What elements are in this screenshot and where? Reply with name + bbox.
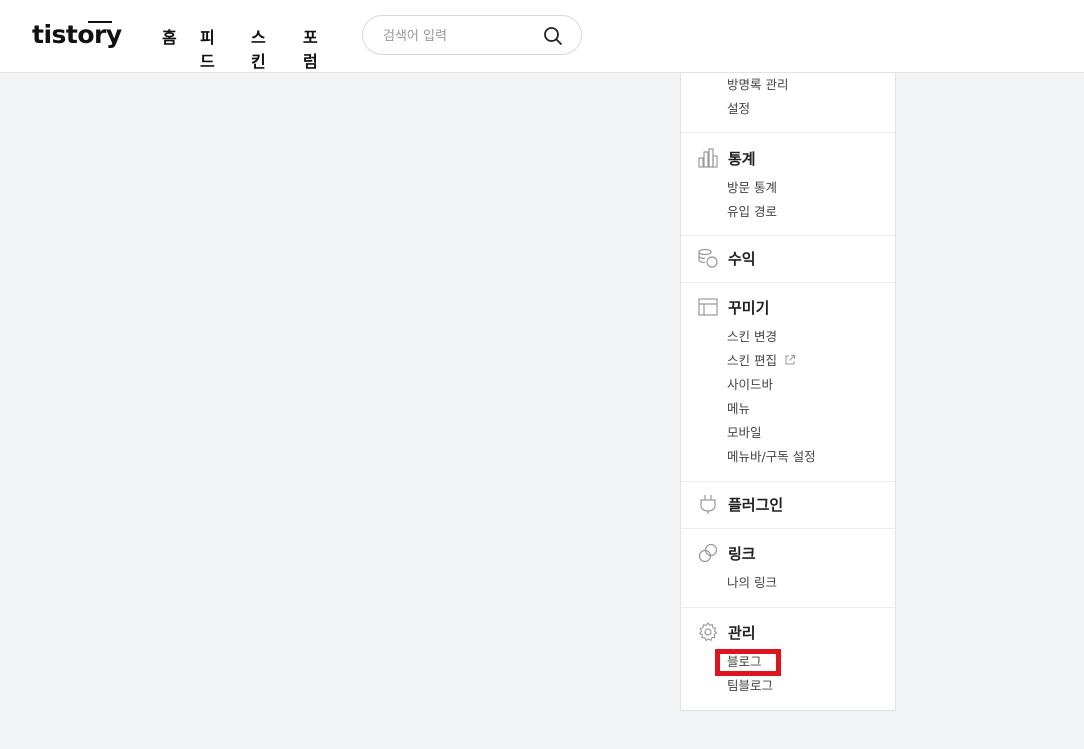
search-button[interactable] [543,26,563,46]
stats-header[interactable]: 통계 [697,147,756,169]
manage-title: 관리 [728,623,756,642]
link-header[interactable]: 링크 [697,542,756,564]
search-input[interactable] [383,25,533,47]
sidebar-section-plugin: 플러그인 [681,482,895,529]
link-title: 링크 [728,544,756,563]
sidebar-item-settings[interactable]: 설정 [727,98,750,117]
sidebar-item-sidebar[interactable]: 사이드바 [727,374,773,393]
nav-skin-link[interactable]: 스킨 [251,24,266,72]
revenue-title: 수익 [728,249,756,268]
decorate-header[interactable]: 꾸미기 [697,296,769,318]
nav-feed-link[interactable]: 피드 [200,24,215,72]
plugin-title: 플러그인 [728,495,784,514]
sidebar-item-my-link[interactable]: 나의 링크 [727,572,777,591]
nav-home-link[interactable]: 홈 [162,24,177,48]
nav-forum-link[interactable]: 포럼 [303,24,318,72]
logo-accent-bar [88,21,112,23]
highlight-box [715,649,781,676]
skin-edit-label: 스킨 편집 [727,353,777,368]
layout-icon [698,298,718,316]
decorate-title: 꾸미기 [728,298,770,317]
sidebar-item-referrer[interactable]: 유입 경로 [727,201,777,220]
sidebar-section-manage: 관리 블로그 팀블로그 [681,608,895,711]
sidebar-item-guestbook-manage[interactable]: 방명록 관리 [727,74,788,93]
coins-icon [698,248,718,268]
sidebar-section-stats: 통계 방문 통계 유입 경로 [681,133,895,236]
sidebar-item-visit-stats[interactable]: 방문 통계 [727,177,777,196]
sidebar-item-team-blog[interactable]: 팀블로그 [727,675,773,694]
sidebar-item-skin-change[interactable]: 스킨 변경 [727,326,777,345]
sidebar-section-link: 링크 나의 링크 [681,529,895,608]
gear-icon [698,622,718,642]
sidebar-item-skin-edit[interactable]: 스킨 편집 [727,350,796,369]
sidebar-item-mobile[interactable]: 모바일 [727,422,762,441]
stats-title: 통계 [728,149,756,168]
search-icon [544,27,562,45]
admin-sidebar: 방명록 관리 설정 통계 방문 통계 유입 경로 수익 꾸미기 스킨 변경 스킨… [680,73,896,711]
plugin-header[interactable]: 플러그인 [697,493,783,515]
top-header: tistory 홈 피드 스킨 포럼 [0,0,1084,73]
revenue-header[interactable]: 수익 [697,247,756,269]
sidebar-section-revenue: 수익 [681,236,895,283]
tistory-logo[interactable]: tistory [32,20,122,49]
sidebar-item-menu[interactable]: 메뉴 [727,398,750,417]
search-box [362,15,582,55]
link-icon [698,543,718,563]
external-link-icon [785,355,795,365]
sidebar-item-menubar-subscribe[interactable]: 메뉴바/구독 설정 [727,446,816,465]
plug-icon [700,495,716,514]
manage-header[interactable]: 관리 [697,621,756,643]
bar-chart-icon [698,148,718,168]
sidebar-section-guestbook: 방명록 관리 설정 [681,73,895,133]
sidebar-section-decorate: 꾸미기 스킨 변경 스킨 편집 사이드바 메뉴 모바일 메뉴바/구독 설정 [681,283,895,482]
